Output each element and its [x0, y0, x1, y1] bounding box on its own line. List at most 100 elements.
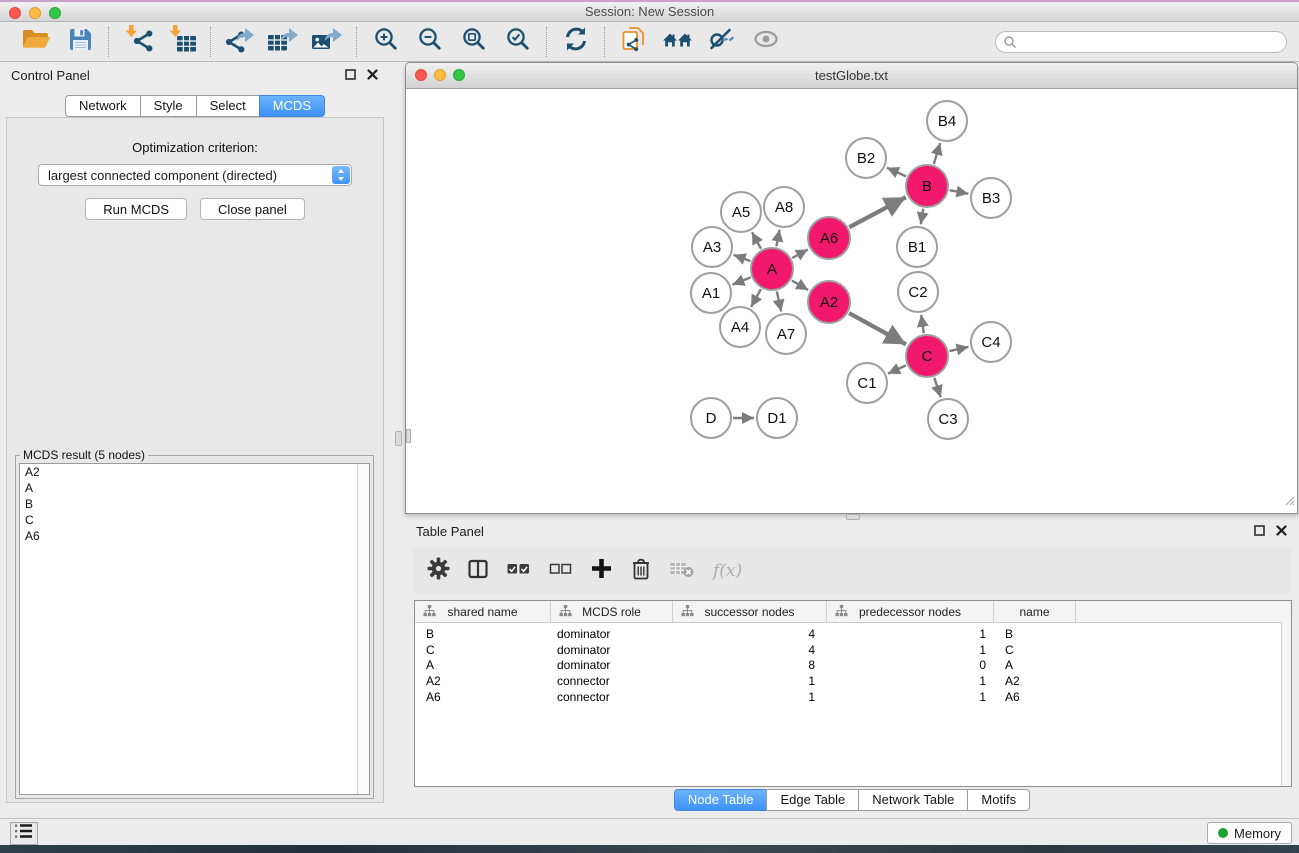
table-cell[interactable]: A6 — [415, 690, 551, 704]
table-cell[interactable]: 4 — [673, 627, 827, 641]
column-header-MCDS-role[interactable]: MCDS role — [551, 601, 673, 622]
graph-edge-A-A2[interactable] — [792, 281, 808, 291]
table-cell[interactable]: dominator — [551, 643, 673, 657]
graph-node-C4[interactable]: C4 — [971, 322, 1011, 362]
graph-node-C1[interactable]: C1 — [847, 363, 887, 403]
graph-node-B3[interactable]: B3 — [971, 178, 1011, 218]
result-item[interactable]: A2 — [20, 464, 369, 480]
table-row[interactable]: A2connector11A2 — [415, 673, 1291, 689]
table-scrollbar[interactable] — [1281, 622, 1291, 786]
table-cell[interactable]: 1 — [827, 674, 994, 688]
column-header-shared-name[interactable]: shared name — [415, 601, 551, 622]
table-cell[interactable]: A2 — [415, 674, 551, 688]
graph-edge-C-C3[interactable] — [934, 378, 940, 397]
graph-edge-C-C4[interactable] — [950, 347, 969, 351]
tab-network[interactable]: Network — [65, 95, 141, 117]
import-network-button[interactable] — [120, 26, 156, 58]
graph-node-C2[interactable]: C2 — [898, 272, 938, 312]
table-cell[interactable]: B — [415, 627, 551, 641]
graph-edge-A-A5[interactable] — [752, 232, 761, 249]
table-row[interactable]: Cdominator41C — [415, 642, 1291, 658]
deselect-all-button[interactable] — [548, 558, 573, 585]
graph-node-A6[interactable]: A6 — [808, 217, 850, 259]
close-window-button[interactable] — [9, 7, 21, 19]
eye-button[interactable] — [748, 26, 784, 58]
table-panel-float-button[interactable] — [1253, 525, 1266, 538]
graph-edge-B-B3[interactable] — [950, 190, 969, 194]
memory-button[interactable]: Memory — [1207, 822, 1292, 844]
run-mcds-button[interactable]: Run MCDS — [85, 198, 187, 220]
zoom-fit-button[interactable] — [456, 26, 492, 58]
result-item[interactable]: A — [20, 480, 369, 496]
network-close-button[interactable] — [415, 69, 427, 81]
minimize-window-button[interactable] — [29, 7, 41, 19]
import-table-button[interactable] — [164, 26, 200, 58]
table-cell[interactable]: 1 — [827, 690, 994, 704]
graph-edge-B-B4[interactable] — [934, 143, 940, 164]
table-tab-network-table[interactable]: Network Table — [858, 789, 968, 811]
home-button[interactable] — [660, 26, 696, 58]
optimization-criterion-select[interactable]: largest connected component (directed) — [38, 164, 352, 186]
table-cell[interactable]: 1 — [827, 643, 994, 657]
export-table-button[interactable] — [266, 26, 302, 58]
task-history-button[interactable] — [10, 822, 38, 845]
graph-edge-A-A7[interactable] — [777, 292, 781, 312]
graph-edge-A-A1[interactable] — [732, 277, 750, 284]
graph-edge-C-C2[interactable] — [921, 315, 924, 333]
graph-node-B4[interactable]: B4 — [927, 101, 967, 141]
table-cell[interactable]: 1 — [827, 627, 994, 641]
zoom-window-button[interactable] — [49, 7, 61, 19]
table-tab-edge-table[interactable]: Edge Table — [766, 789, 859, 811]
window-resize-grip[interactable] — [1283, 493, 1295, 511]
result-item[interactable]: B — [20, 496, 369, 512]
table-tab-node-table[interactable]: Node Table — [674, 789, 768, 811]
result-item[interactable]: C — [20, 512, 369, 528]
refresh-button[interactable] — [558, 26, 594, 58]
graph-node-A1[interactable]: A1 — [691, 273, 731, 313]
network-minimize-button[interactable] — [434, 69, 446, 81]
zoom-in-button[interactable] — [368, 26, 404, 58]
graph-node-A8[interactable]: A8 — [764, 187, 804, 227]
table-cell[interactable]: 1 — [673, 674, 827, 688]
open-button[interactable] — [18, 26, 54, 58]
result-scrollbar[interactable] — [357, 464, 369, 794]
graph-edge-A-A6[interactable] — [792, 250, 808, 259]
table-cell[interactable]: A — [994, 658, 1076, 672]
table-cell[interactable]: dominator — [551, 658, 673, 672]
zoom-selected-button[interactable] — [500, 26, 536, 58]
search-input[interactable] — [995, 31, 1287, 53]
save-button[interactable] — [62, 26, 98, 58]
tab-mcds[interactable]: MCDS — [259, 95, 325, 117]
table-cell[interactable]: 4 — [673, 643, 827, 657]
close-panel-button[interactable]: Close panel — [200, 198, 305, 220]
table-cell[interactable]: A — [415, 658, 551, 672]
graph-edge-A-A8[interactable] — [776, 230, 779, 247]
graph-node-A2[interactable]: A2 — [808, 281, 850, 323]
graph-node-A4[interactable]: A4 — [720, 307, 760, 347]
graph-node-A[interactable]: A — [751, 248, 793, 290]
column-header-name[interactable]: name — [994, 601, 1076, 622]
table-cell[interactable]: C — [415, 643, 551, 657]
table-cell[interactable]: A6 — [994, 690, 1076, 704]
delete-button[interactable] — [630, 557, 652, 586]
graph-edge-A-A4[interactable] — [751, 289, 761, 307]
graph-edge-A-A3[interactable] — [734, 255, 751, 261]
select-all-button[interactable] — [506, 558, 531, 585]
table-cell[interactable]: A2 — [994, 674, 1076, 688]
tab-style[interactable]: Style — [140, 95, 197, 117]
control-panel-close-button[interactable] — [366, 69, 379, 82]
network-zoom-button[interactable] — [453, 69, 465, 81]
graph-node-B1[interactable]: B1 — [897, 227, 937, 267]
table-cell[interactable]: connector — [551, 674, 673, 688]
result-item[interactable]: A6 — [20, 528, 369, 544]
graph-edge-C-C1[interactable] — [888, 365, 906, 373]
settings-button[interactable] — [427, 557, 450, 585]
canvas-left-splitter-handle[interactable] — [406, 429, 411, 443]
graph-node-D[interactable]: D — [691, 398, 731, 438]
graph-node-A7[interactable]: A7 — [766, 314, 806, 354]
zoom-out-button[interactable] — [412, 26, 448, 58]
graph-node-B[interactable]: B — [906, 165, 948, 207]
columns-button[interactable] — [467, 558, 489, 585]
table-row[interactable]: A6connector11A6 — [415, 689, 1291, 705]
table-cell[interactable]: 8 — [673, 658, 827, 672]
